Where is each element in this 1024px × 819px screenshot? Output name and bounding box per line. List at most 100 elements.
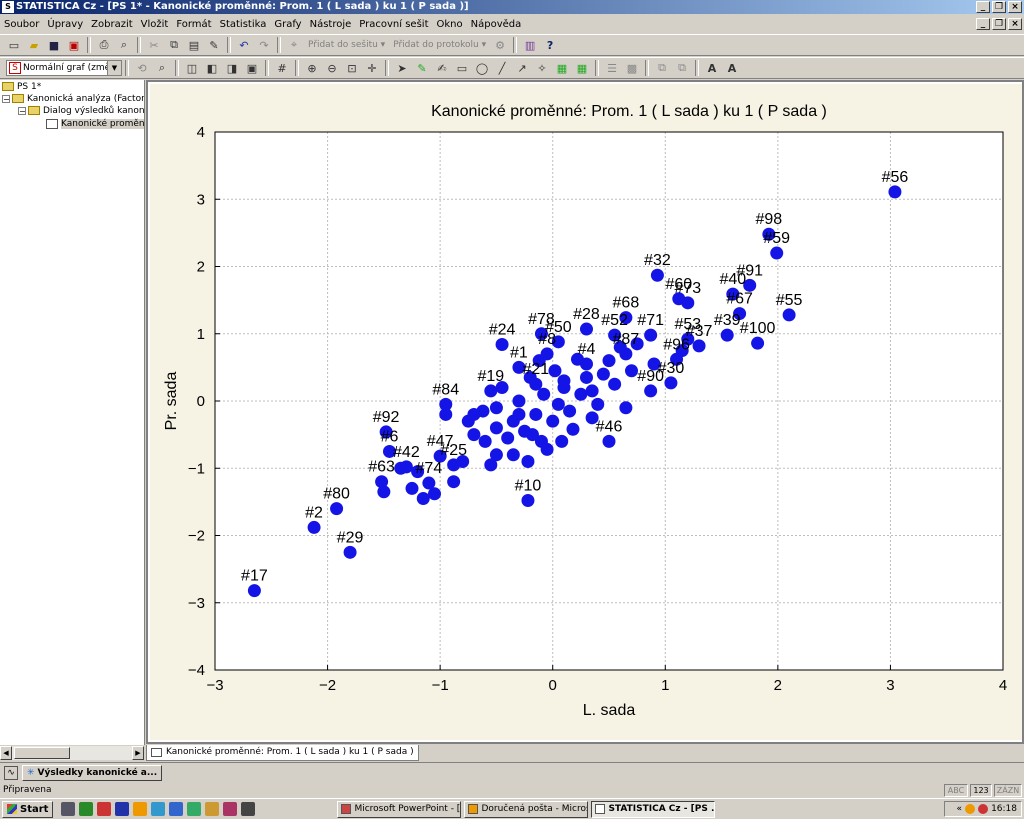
- graph-data-icon[interactable]: ◧: [204, 60, 220, 76]
- menu-item[interactable]: Nápověda: [467, 19, 526, 30]
- taskbar-powerpoint[interactable]: Microsoft PowerPoint - [...: [337, 800, 462, 818]
- results-window-button[interactable]: ✳ Výsledky kanonické a...: [22, 764, 163, 781]
- pdf-icon[interactable]: ▣: [66, 37, 82, 53]
- data-point: [501, 431, 515, 445]
- taskbar-outlook[interactable]: Doručená pošta - Micros...: [464, 800, 589, 818]
- redo-icon[interactable]: ↷: [256, 37, 272, 53]
- link-icon[interactable]: ⟲: [134, 60, 150, 76]
- cut-icon[interactable]: ✂: [146, 37, 162, 53]
- media-icon[interactable]: [97, 802, 112, 816]
- doc-restore-icon[interactable]: ❐: [992, 18, 1006, 30]
- draw-text-icon[interactable]: ✍: [434, 60, 450, 76]
- menu-item[interactable]: Statistika: [216, 19, 271, 30]
- print-icon[interactable]: ⎙: [96, 37, 112, 53]
- line-style-icon[interactable]: ☰: [604, 60, 620, 76]
- pointer-icon[interactable]: ➤: [394, 60, 410, 76]
- bring-front-icon[interactable]: ⧉: [654, 60, 670, 76]
- draw-shape-icon[interactable]: ✧: [534, 60, 550, 76]
- font-larger-icon[interactable]: A: [704, 60, 720, 76]
- paint-icon[interactable]: [223, 802, 238, 816]
- copy-icon[interactable]: ⧉: [166, 37, 182, 53]
- help-icon[interactable]: ?: [542, 37, 558, 53]
- save-app-icon[interactable]: [115, 802, 130, 816]
- undo-icon[interactable]: ↶: [236, 37, 252, 53]
- minimize-icon[interactable]: _: [976, 1, 990, 13]
- font-smaller-icon[interactable]: A: [724, 60, 740, 76]
- zoom-fit-icon[interactable]: ⊡: [344, 60, 360, 76]
- menu-item[interactable]: Úpravy: [43, 19, 87, 30]
- tree-node-canonical-graph[interactable]: Kanonické proměnné: [46, 117, 144, 130]
- taskbar-statistica[interactable]: STATISTICA Cz - [PS ...: [591, 800, 716, 818]
- start-button[interactable]: Start: [2, 800, 54, 818]
- send-back-icon[interactable]: ⧉: [674, 60, 690, 76]
- collapse-icon[interactable]: −: [2, 94, 10, 103]
- restore-icon[interactable]: ❐: [992, 1, 1006, 13]
- grid-icon[interactable]: #: [274, 60, 290, 76]
- tools-icon[interactable]: [205, 802, 220, 816]
- open-folder-icon[interactable]: ▰: [26, 37, 42, 53]
- doc-close-icon[interactable]: ×: [1008, 18, 1022, 30]
- music-icon[interactable]: [187, 802, 202, 816]
- scroll-thumb[interactable]: [14, 747, 70, 759]
- add-to-workbook-button[interactable]: Přidat do sešitu ▾: [308, 40, 385, 50]
- desktop-icon[interactable]: [61, 802, 76, 816]
- print-preview-icon[interactable]: ⌕: [116, 37, 132, 53]
- graph-window-icon[interactable]: ∿: [4, 765, 18, 780]
- menu-item[interactable]: Grafy: [270, 19, 305, 30]
- brush-icon[interactable]: ✎: [414, 60, 430, 76]
- outlook-icon[interactable]: [133, 802, 148, 816]
- menu-item[interactable]: Pracovní sešit: [355, 19, 432, 30]
- network-icon[interactable]: [151, 802, 166, 816]
- collapse-icon[interactable]: −: [18, 106, 26, 115]
- crosshair-icon[interactable]: ✛: [364, 60, 380, 76]
- save-icon[interactable]: ■: [46, 37, 62, 53]
- binoculars-icon[interactable]: ⌖: [286, 37, 302, 53]
- menu-item[interactable]: Formát: [172, 19, 215, 30]
- unlock-icon[interactable]: ▦: [574, 60, 590, 76]
- menu-item[interactable]: Zobrazit: [87, 19, 137, 30]
- draw-arrow-icon[interactable]: ↗: [514, 60, 530, 76]
- menu-item[interactable]: Soubor: [0, 19, 43, 30]
- draw-circle-icon[interactable]: ◯: [474, 60, 490, 76]
- tray-expand-icon[interactable]: «: [957, 802, 963, 816]
- fill-style-icon[interactable]: ▩: [624, 60, 640, 76]
- tray-av-icon[interactable]: [978, 804, 989, 814]
- add-to-protocol-button[interactable]: Přidat do protokolu ▾: [393, 40, 486, 50]
- windows-taskbar: Start Microsoft PowerPoint - [... Doruče…: [0, 798, 1024, 819]
- scroll-right-icon[interactable]: ▶: [132, 746, 144, 760]
- window-bar: ∿ ✳ Výsledky kanonické a...: [0, 762, 1024, 782]
- scatter-chart[interactable]: −3 −2 −1 0 1 2 3 443210−1−2−3−4Kanonické proměn…: [150, 84, 1022, 740]
- point-label: #19: [477, 368, 504, 385]
- ie-icon[interactable]: [79, 802, 94, 816]
- graph-type-select[interactable]: S Normální graf (změ... ▼: [6, 60, 122, 76]
- new-file-icon[interactable]: ▭: [6, 37, 22, 53]
- format-painter-icon[interactable]: ✎: [206, 37, 222, 53]
- options-icon[interactable]: ⚙: [492, 37, 508, 53]
- doc-minimize-icon[interactable]: _: [976, 18, 990, 30]
- menu-item[interactable]: Okno: [433, 19, 467, 30]
- books-icon[interactable]: ▥: [522, 37, 538, 53]
- data-point: [416, 492, 430, 506]
- menu-item[interactable]: Nástroje: [306, 19, 356, 30]
- document-tab[interactable]: Kanonické proměnné: Prom. 1 ( L sada ) k…: [146, 745, 419, 761]
- graph-layout-icon[interactable]: ◨: [224, 60, 240, 76]
- paste-icon[interactable]: ▤: [186, 37, 202, 53]
- lock-icon[interactable]: ▦: [554, 60, 570, 76]
- zoom-in-icon[interactable]: ⊕: [304, 60, 320, 76]
- scroll-left-icon[interactable]: ◀: [0, 746, 12, 760]
- zoom-out-icon[interactable]: ⊖: [324, 60, 340, 76]
- zoom-graph-icon[interactable]: ⌕: [154, 60, 170, 76]
- draw-line-icon[interactable]: ╱: [494, 60, 510, 76]
- point-label: #30: [658, 360, 685, 377]
- search-app-icon[interactable]: [169, 802, 184, 816]
- chevron-down-icon[interactable]: ▼: [107, 61, 121, 75]
- camera-icon[interactable]: [241, 802, 256, 816]
- menu-item[interactable]: Vložit: [137, 19, 173, 30]
- graph-fit-icon[interactable]: ▣: [244, 60, 260, 76]
- close-icon[interactable]: ×: [1008, 1, 1022, 13]
- draw-rect-icon[interactable]: ▭: [454, 60, 470, 76]
- tray-app-icon[interactable]: [965, 804, 976, 814]
- graph-options-icon[interactable]: ◫: [184, 60, 200, 76]
- tree-node-results-dialog[interactable]: − Dialog výsledků kanonick: [18, 104, 144, 117]
- tree-horizontal-scrollbar[interactable]: ◀ ▶: [0, 746, 144, 760]
